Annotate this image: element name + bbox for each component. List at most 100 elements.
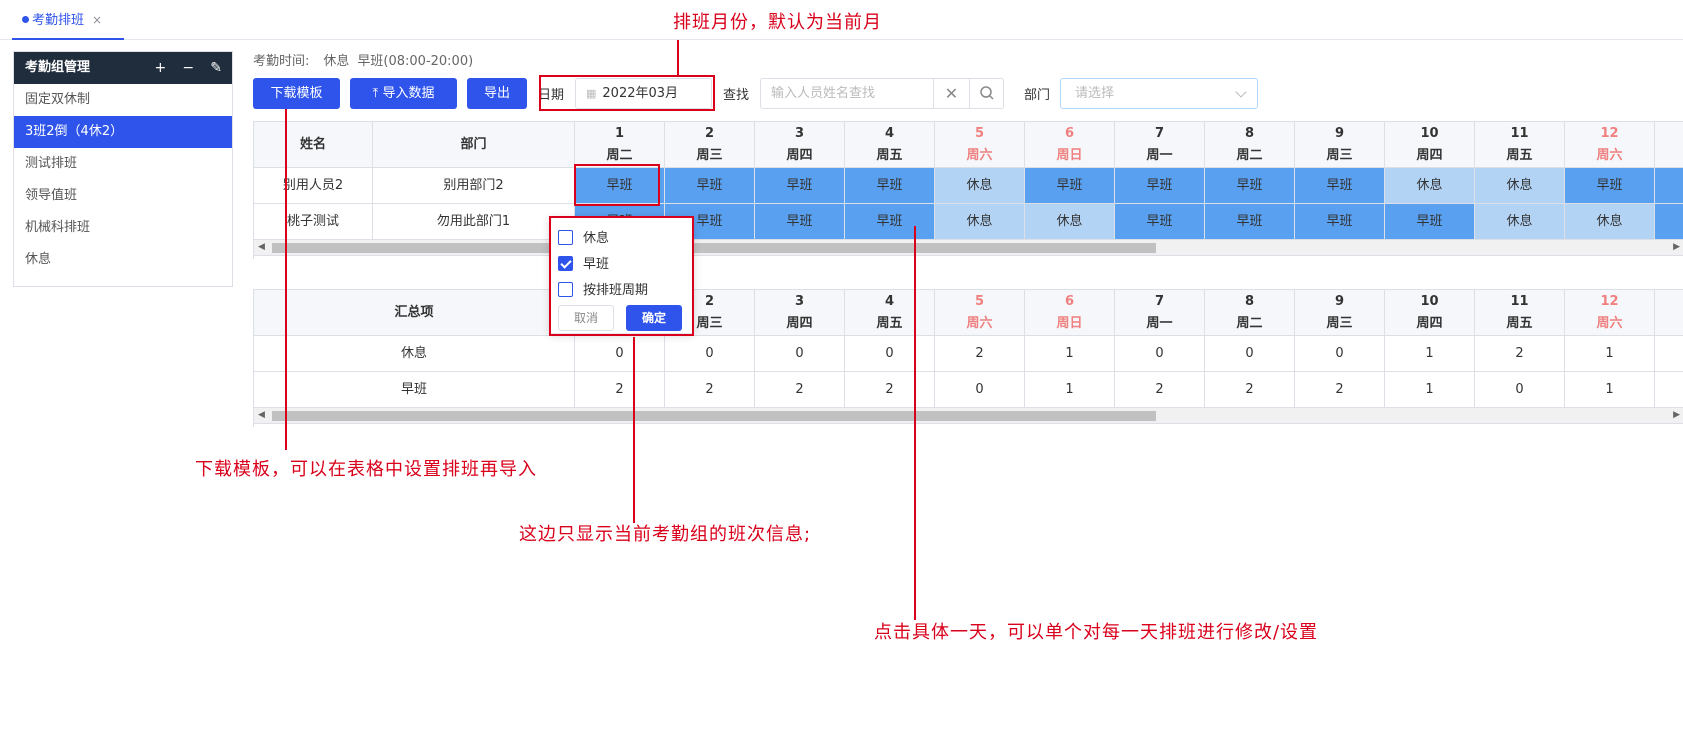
horizontal-scrollbar[interactable]: ◀ ▶ xyxy=(254,408,1683,424)
shift-cell[interactable]: 早班 xyxy=(1115,204,1205,240)
scroll-thumb[interactable] xyxy=(272,243,1156,253)
summary-table: 汇总项1周二2周三3周四4周五5周六6周日7周一8周二9周三10周四11周五12… xyxy=(253,289,1683,427)
day-number: 8 xyxy=(1244,126,1255,141)
shift-cell[interactable]: 休息 xyxy=(1025,204,1115,240)
department-select[interactable]: 请选择 xyxy=(1060,78,1258,109)
day-header-6: 6 周日 xyxy=(1025,290,1115,336)
add-icon[interactable]: + xyxy=(155,60,167,76)
shift-cell[interactable]: 早班 xyxy=(1385,204,1475,240)
shift-cell[interactable]: 休息 xyxy=(1475,204,1565,240)
day-header-11: 11 周五 xyxy=(1475,122,1565,168)
shift-cell[interactable]: 早班 xyxy=(845,168,935,204)
sidebar-title: 考勤组管理 xyxy=(25,60,91,75)
weekday: 周三 xyxy=(696,148,723,163)
weekday: 周六 xyxy=(966,316,993,331)
header-overflow xyxy=(1655,122,1683,168)
shift-cell[interactable]: 早班 xyxy=(1025,168,1115,204)
summary-count: 1 xyxy=(1025,372,1115,408)
weekday: 周二 xyxy=(1236,316,1263,331)
person-dept: 别用部门2 xyxy=(373,168,575,204)
weekday: 周三 xyxy=(1326,148,1353,163)
shift-cell[interactable]: 休息 xyxy=(1565,204,1655,240)
download-template-button[interactable]: 下载模板 xyxy=(253,78,340,109)
summary-count: 2 xyxy=(665,372,755,408)
person-name: 桃子测试 xyxy=(254,204,373,240)
weekday: 周六 xyxy=(966,148,993,163)
shift-cell[interactable]: 早班 xyxy=(1205,168,1295,204)
day-number: 11 xyxy=(1510,294,1529,309)
sidebar-header: 考勤组管理 + − ✎ xyxy=(14,52,232,84)
sidebar-item[interactable]: 休息 xyxy=(14,244,232,276)
weekday: 周五 xyxy=(876,148,903,163)
shift-cell[interactable]: 休息 xyxy=(935,168,1025,204)
day-number: 8 xyxy=(1244,294,1255,309)
header-row: 汇总项1周二2周三3周四4周五5周六6周日7周一8周二9周三10周四11周五12… xyxy=(254,290,1683,336)
sidebar-item[interactable]: 3班2倒（4休2） xyxy=(14,116,232,148)
day-header-5: 5 周六 xyxy=(935,290,1025,336)
shift-cell[interactable]: 休息 xyxy=(935,204,1025,240)
weekday: 周日 xyxy=(1056,148,1083,163)
tab-attendance-schedule[interactable]: 考勤排班 × xyxy=(12,8,124,40)
import-data-button[interactable]: ⤒ 导入数据 xyxy=(350,78,457,109)
summary-count: 2 xyxy=(845,372,935,408)
weekday: 周一 xyxy=(1146,148,1173,163)
day-header-12: 12 周六 xyxy=(1565,122,1655,168)
weekday: 周四 xyxy=(786,148,813,163)
weekday: 周四 xyxy=(1416,148,1443,163)
shift-cell[interactable]: 早班 xyxy=(1295,204,1385,240)
scroll-right-icon[interactable]: ▶ xyxy=(1673,410,1680,420)
shift-cell[interactable]: 休息 xyxy=(1475,168,1565,204)
day-number: 7 xyxy=(1154,126,1165,141)
day-number: 12 xyxy=(1600,126,1619,141)
person-name: 别用人员2 xyxy=(254,168,373,204)
day-header-12: 12 周六 xyxy=(1565,290,1655,336)
summary-count: 2 xyxy=(1475,336,1565,372)
sidebar-item[interactable]: 领导值班 xyxy=(14,180,232,212)
horizontal-scrollbar[interactable]: ◀ ▶ xyxy=(254,240,1683,256)
sidebar-item[interactable]: 测试排班 xyxy=(14,148,232,180)
summary-count: 0 xyxy=(1475,372,1565,408)
edit-icon[interactable]: ✎ xyxy=(210,60,222,76)
attendance-time-label: 考勤时间: xyxy=(253,54,310,69)
day-header-10: 10 周四 xyxy=(1385,290,1475,336)
close-icon[interactable]: × xyxy=(92,13,102,27)
scroll-left-icon[interactable]: ◀ xyxy=(258,242,265,252)
search-input[interactable] xyxy=(761,79,933,108)
shift-cell[interactable]: 早班 xyxy=(1295,168,1385,204)
scroll-right-icon[interactable]: ▶ xyxy=(1673,242,1680,252)
scroll-thumb[interactable] xyxy=(272,411,1156,421)
summary-count: 2 xyxy=(1295,372,1385,408)
day-number: 6 xyxy=(1064,294,1075,309)
scroll-left-icon[interactable]: ◀ xyxy=(258,410,265,420)
shift-cell-overflow xyxy=(1655,168,1683,204)
day-number: 5 xyxy=(974,126,985,141)
sidebar-item[interactable]: 机械科排班 xyxy=(14,212,232,244)
shift-cell[interactable]: 早班 xyxy=(1205,204,1295,240)
shift-cell[interactable]: 早班 xyxy=(755,204,845,240)
shift-cell[interactable]: 早班 xyxy=(845,204,935,240)
summary-count: 1 xyxy=(1565,336,1655,372)
popup-highlight-box xyxy=(549,216,694,336)
day-number: 7 xyxy=(1154,294,1165,309)
shift-cell[interactable]: 休息 xyxy=(1385,168,1475,204)
shift-cell[interactable]: 早班 xyxy=(1115,168,1205,204)
sidebar-item[interactable]: 固定双休制 xyxy=(14,84,232,116)
shift-cell[interactable]: 早班 xyxy=(755,168,845,204)
day-header-8: 8 周二 xyxy=(1205,290,1295,336)
shift-cell[interactable]: 早班 xyxy=(665,168,755,204)
shift-cell[interactable]: 早班 xyxy=(1565,168,1655,204)
day-number: 12 xyxy=(1600,294,1619,309)
summary-count: 1 xyxy=(1565,372,1655,408)
clear-icon[interactable]: ✕ xyxy=(933,79,969,108)
template-pointer-line xyxy=(285,109,287,450)
day-number: 10 xyxy=(1420,126,1439,141)
search-icon[interactable] xyxy=(969,79,1003,108)
chevron-down-icon xyxy=(1235,86,1247,98)
summary-count: 0 xyxy=(665,336,755,372)
shift-type: 早班(08:00-20:00) xyxy=(357,54,474,69)
export-button[interactable]: 导出 xyxy=(467,78,527,109)
remove-icon[interactable]: − xyxy=(182,60,194,76)
day-header-5: 5 周六 xyxy=(935,122,1025,168)
day-header-9: 9 周三 xyxy=(1295,290,1385,336)
weekday: 周五 xyxy=(1506,316,1533,331)
